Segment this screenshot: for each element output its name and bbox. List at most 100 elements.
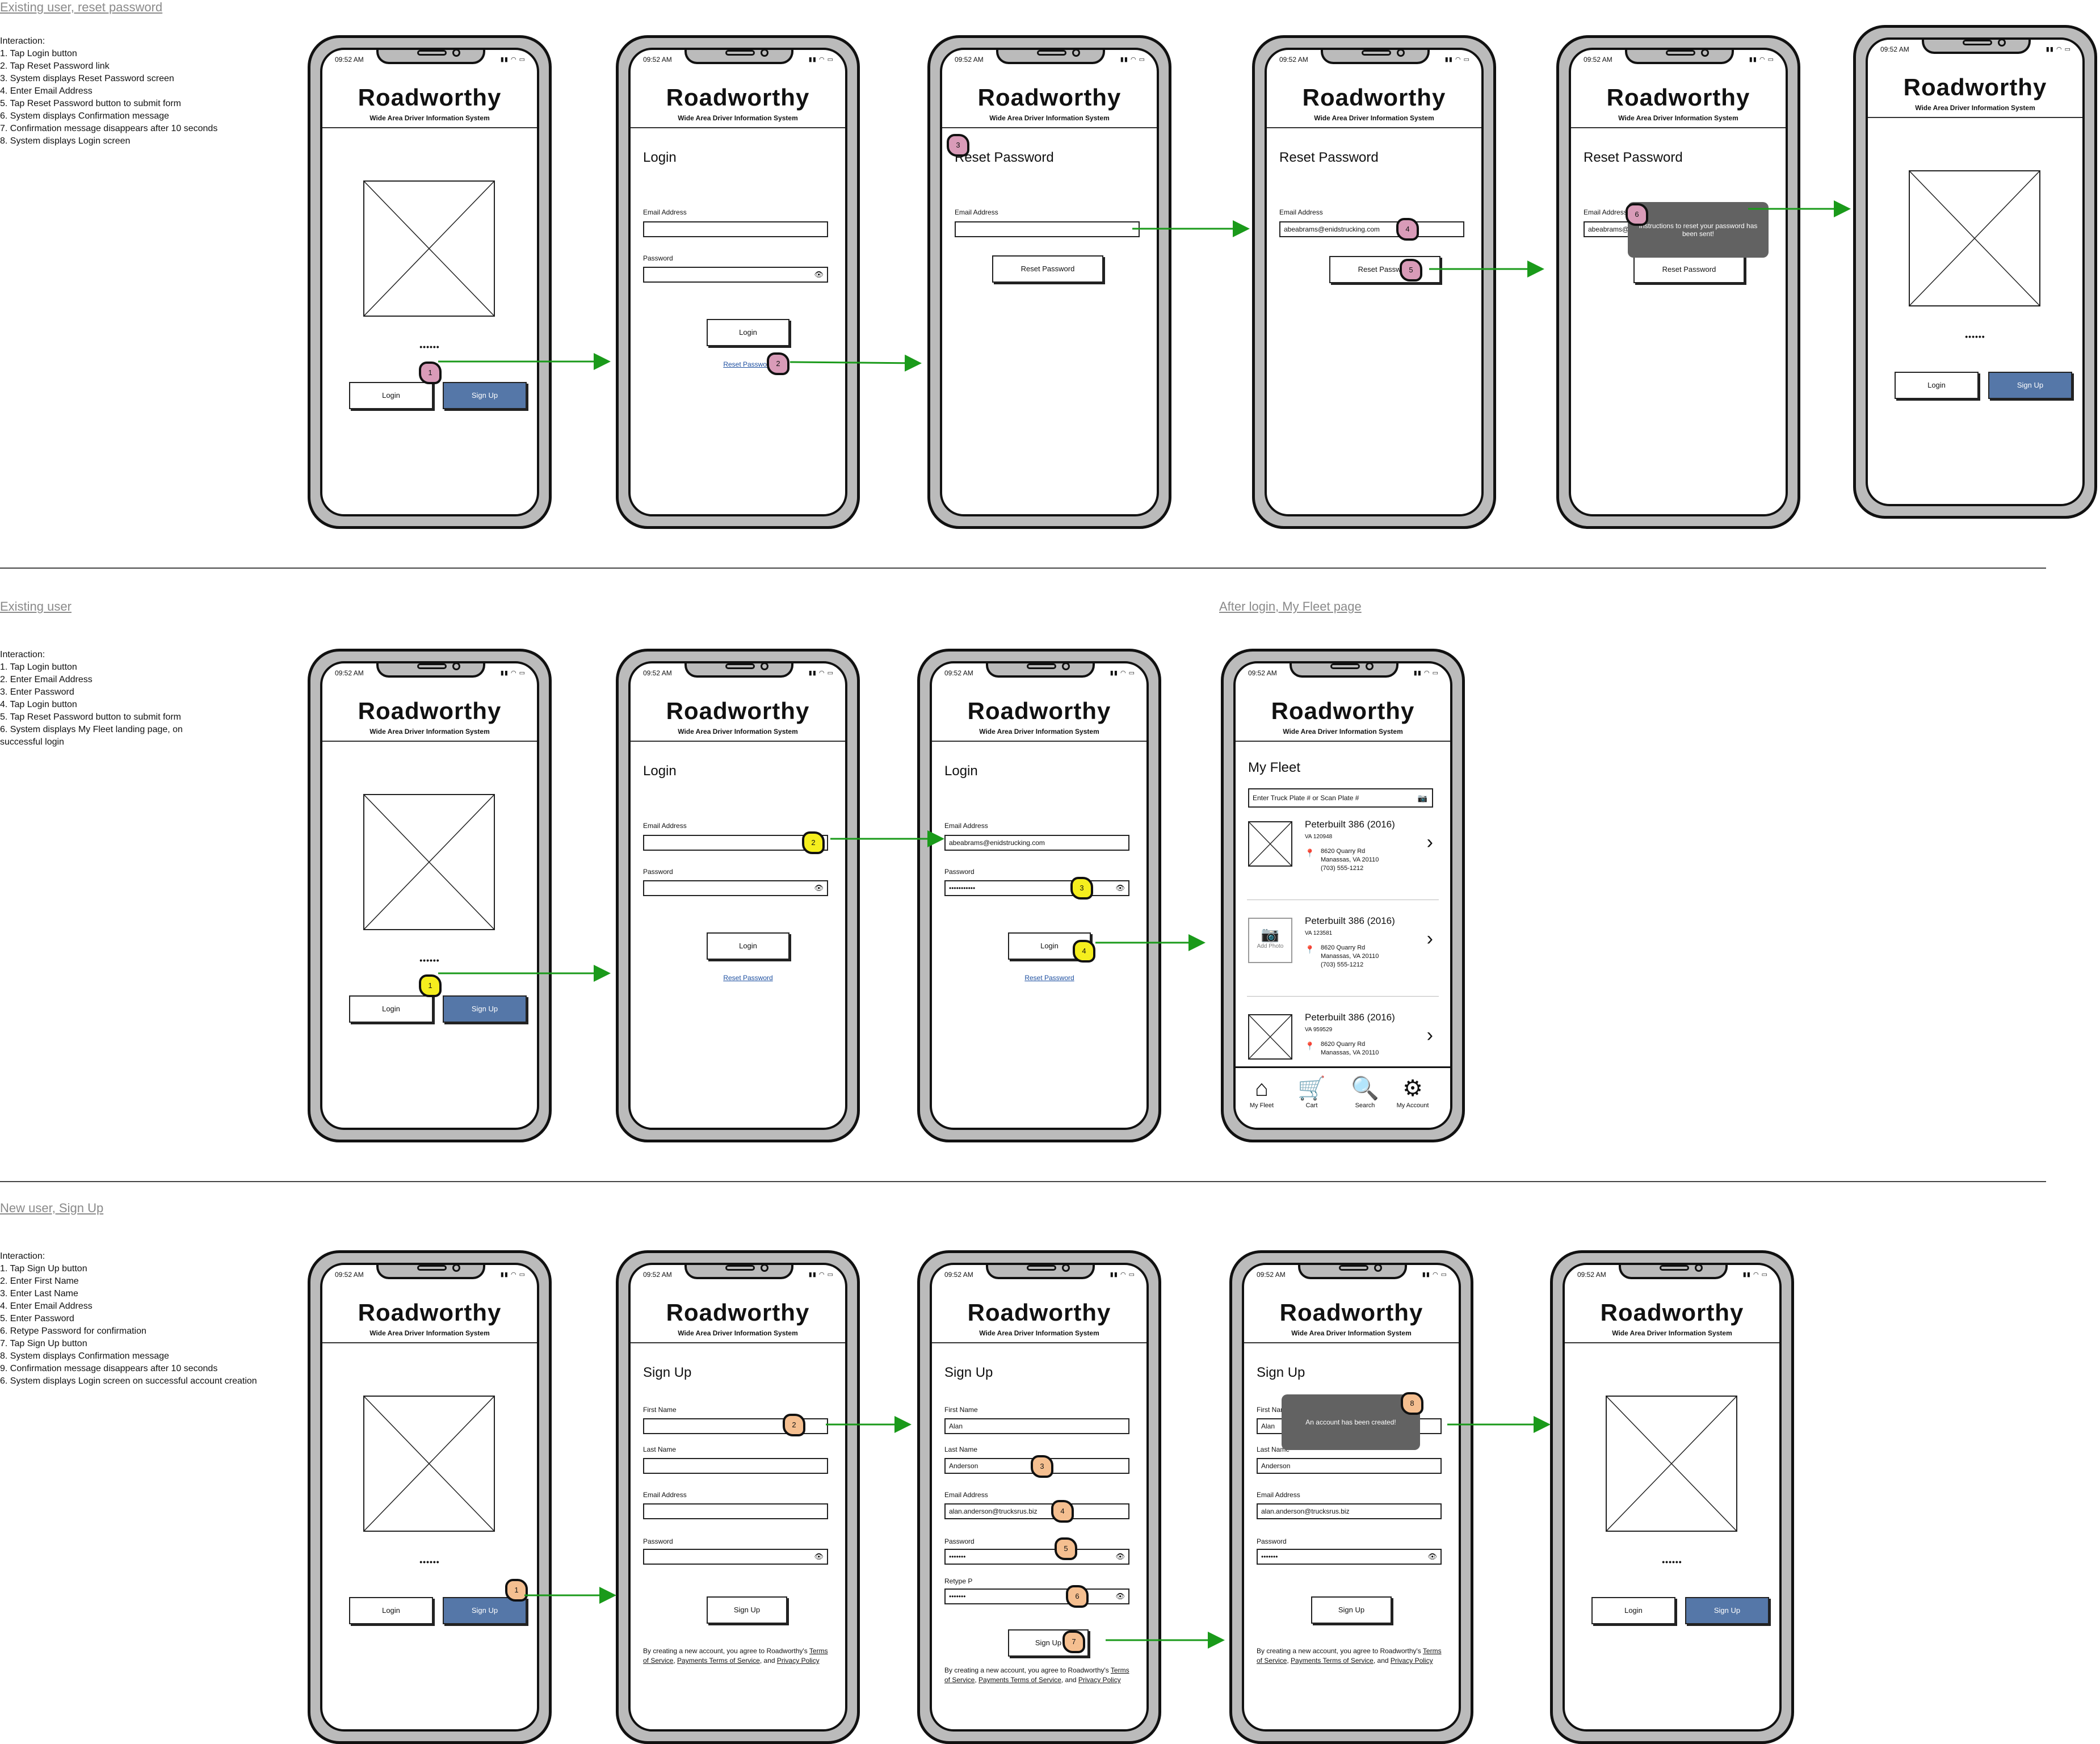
login-button[interactable]: Login bbox=[707, 932, 789, 960]
payments-terms-link[interactable]: Payments Terms of Service bbox=[978, 1676, 1061, 1684]
tab-label: Cart bbox=[1305, 1102, 1318, 1109]
last-name-label: Last Name bbox=[643, 1445, 677, 1453]
signup-submit-button[interactable]: Sign Up bbox=[1311, 1596, 1392, 1624]
chevron-right-icon[interactable]: › bbox=[1427, 928, 1433, 950]
email-field[interactable] bbox=[643, 221, 828, 237]
tab-my-account[interactable]: ⚙ My Account bbox=[1390, 1075, 1435, 1109]
password-field[interactable]: 👁 bbox=[643, 267, 828, 283]
app-tagline: Wide Area Driver Information System bbox=[1314, 114, 1434, 122]
status-icons: ▮▮ ◠ ▭ bbox=[1413, 670, 1439, 676]
eye-icon[interactable]: 👁 bbox=[814, 268, 824, 281]
app-tagline: Wide Area Driver Information System bbox=[678, 1329, 798, 1337]
password-field[interactable]: ••••••••••• 👁 bbox=[944, 880, 1129, 896]
privacy-link[interactable]: Privacy Policy bbox=[1391, 1657, 1433, 1665]
phone-screen: 09:52 AM ▮▮ ◠ ▭ Roadworthy Wide Area Dri… bbox=[1265, 48, 1484, 516]
email-label: Email Address bbox=[955, 208, 998, 216]
camera-icon[interactable]: 📷 bbox=[1418, 789, 1427, 806]
legal-text: By creating a new account, you agree to … bbox=[643, 1647, 809, 1655]
payments-terms-link[interactable]: Payments Terms of Service bbox=[1291, 1657, 1374, 1665]
eye-icon[interactable]: 👁 bbox=[1115, 1590, 1125, 1603]
email-field[interactable] bbox=[643, 835, 828, 851]
first-name-field[interactable]: Alan bbox=[944, 1418, 1129, 1434]
truck-name: Peterbuilt 386 (2016) bbox=[1305, 819, 1395, 830]
email-label: Email Address bbox=[643, 1491, 687, 1499]
header-divider bbox=[1236, 741, 1450, 742]
tab-my-fleet[interactable]: ⌂ My Fleet bbox=[1239, 1075, 1284, 1109]
retype-password-field[interactable]: ••••••• 👁 bbox=[944, 1588, 1129, 1604]
signup-submit-button[interactable]: Sign Up bbox=[707, 1596, 787, 1624]
app-tagline: Wide Area Driver Information System bbox=[1915, 104, 2035, 112]
login-button[interactable]: Login bbox=[1591, 1597, 1675, 1624]
tab-search[interactable]: 🔍 Search bbox=[1342, 1075, 1388, 1109]
login-button[interactable]: Login bbox=[349, 1597, 433, 1624]
last-name-field[interactable]: Anderson bbox=[1257, 1458, 1442, 1474]
email-field[interactable] bbox=[955, 221, 1140, 237]
tab-cart[interactable]: 🛒 Cart bbox=[1289, 1075, 1334, 1109]
reset-password-button[interactable]: Reset Password bbox=[992, 255, 1103, 283]
login-button[interactable]: Login bbox=[1895, 372, 1979, 399]
signup-button[interactable]: Sign Up bbox=[1988, 372, 2072, 399]
bottom-tab-bar: ⌂ My Fleet 🛒 Cart 🔍 Search ⚙ My Account bbox=[1236, 1066, 1450, 1128]
phone-notch bbox=[376, 663, 485, 678]
truck-list-item[interactable]: 📷 Add Photo Peterbuilt 386 (2016) VA 123… bbox=[1236, 911, 1450, 1007]
step-marker: 6 bbox=[1626, 203, 1648, 226]
password-field[interactable]: 👁 bbox=[643, 1549, 828, 1565]
section-title-after-login[interactable]: After login, My Fleet page bbox=[1219, 599, 1362, 614]
email-field[interactable]: abeabrams@enidstrucking.com bbox=[1279, 221, 1464, 237]
eye-icon[interactable]: 👁 bbox=[814, 1550, 824, 1564]
password-field[interactable]: ••••••• 👁 bbox=[1257, 1549, 1442, 1565]
reset-password-link[interactable]: Reset Password bbox=[707, 974, 789, 982]
email-field[interactable]: abeabrams@enidstrucking.com bbox=[944, 835, 1129, 851]
status-icons: ▮▮ ◠ ▭ bbox=[1444, 56, 1470, 63]
password-field[interactable]: 👁 bbox=[643, 880, 828, 896]
legal-text: , and bbox=[1061, 1676, 1078, 1684]
phone-notch bbox=[1321, 50, 1430, 64]
section-title-reset[interactable]: Existing user, reset password bbox=[0, 0, 162, 15]
password-field[interactable]: ••••••• 👁 bbox=[944, 1549, 1129, 1565]
login-button[interactable]: Login bbox=[349, 382, 433, 409]
email-field[interactable] bbox=[643, 1503, 828, 1519]
section-title-existing[interactable]: Existing user bbox=[0, 599, 72, 614]
interaction-step: 2. Tap Reset Password link bbox=[0, 61, 110, 71]
phone-notch bbox=[684, 663, 793, 678]
login-button[interactable]: Login bbox=[349, 995, 433, 1023]
image-placeholder-icon bbox=[1909, 170, 2040, 306]
phone-frame: 09:52 AM ▮▮ ◠ ▭ Roadworthy Wide Area Dri… bbox=[927, 35, 1171, 529]
truck-address: 8620 Quarry Rd Manassas, VA 20110 bbox=[1321, 1040, 1379, 1057]
reset-password-button[interactable]: Reset Password bbox=[1633, 256, 1745, 283]
interaction-intro: Interaction: bbox=[0, 1251, 45, 1261]
eye-icon[interactable]: 👁 bbox=[1115, 1550, 1125, 1564]
last-name-field[interactable] bbox=[643, 1458, 828, 1474]
signup-button[interactable]: Sign Up bbox=[443, 995, 527, 1023]
retype-password-label: Retype P bbox=[944, 1577, 973, 1585]
pagination-dots: •••••• bbox=[419, 1557, 440, 1566]
plate-search-input[interactable]: Enter Truck Plate # or Scan Plate # 📷 bbox=[1248, 788, 1433, 808]
step-marker: 3 bbox=[947, 134, 969, 157]
truck-list-item[interactable]: Peterbuilt 386 (2016) VA 120948 📍 8620 Q… bbox=[1236, 814, 1450, 911]
phone-screen: 09:52 AM ▮▮ ◠ ▭ Roadworthy Wide Area Dri… bbox=[628, 661, 847, 1130]
privacy-link[interactable]: Privacy Policy bbox=[1078, 1676, 1121, 1684]
chevron-right-icon[interactable]: › bbox=[1427, 1024, 1433, 1047]
chevron-right-icon[interactable]: › bbox=[1427, 831, 1433, 854]
address-line: 8620 Quarry Rd bbox=[1321, 848, 1366, 855]
signup-button[interactable]: Sign Up bbox=[1685, 1597, 1769, 1624]
phone-screen: 09:52 AM ▮▮ ◠ ▭ Roadworthy Wide Area Dri… bbox=[628, 1263, 847, 1732]
section-title-signup[interactable]: New user, Sign Up bbox=[0, 1201, 103, 1216]
email-label: Email Address bbox=[1584, 208, 1627, 216]
add-photo-button[interactable]: 📷 Add Photo bbox=[1248, 918, 1292, 963]
legal-text: , and bbox=[1373, 1657, 1391, 1665]
eye-icon[interactable]: 👁 bbox=[1427, 1550, 1437, 1564]
eye-icon[interactable]: 👁 bbox=[814, 881, 824, 895]
truck-plate: VA 120948 bbox=[1305, 834, 1333, 840]
email-field[interactable]: alan.anderson@trucksrus.biz bbox=[944, 1503, 1129, 1519]
privacy-link[interactable]: Privacy Policy bbox=[777, 1657, 820, 1665]
signup-button[interactable]: Sign Up bbox=[443, 382, 527, 409]
password-label: Password bbox=[1257, 1537, 1287, 1545]
login-button[interactable]: Login bbox=[707, 319, 789, 346]
email-field[interactable]: alan.anderson@trucksrus.biz bbox=[1257, 1503, 1442, 1519]
payments-terms-link[interactable]: Payments Terms of Service bbox=[677, 1657, 760, 1665]
eye-icon[interactable]: 👁 bbox=[1115, 881, 1125, 895]
reset-password-link[interactable]: Reset Password bbox=[1008, 974, 1091, 982]
app-tagline: Wide Area Driver Information System bbox=[1291, 1329, 1412, 1337]
reset-password-button[interactable]: Reset Password bbox=[1329, 256, 1440, 283]
